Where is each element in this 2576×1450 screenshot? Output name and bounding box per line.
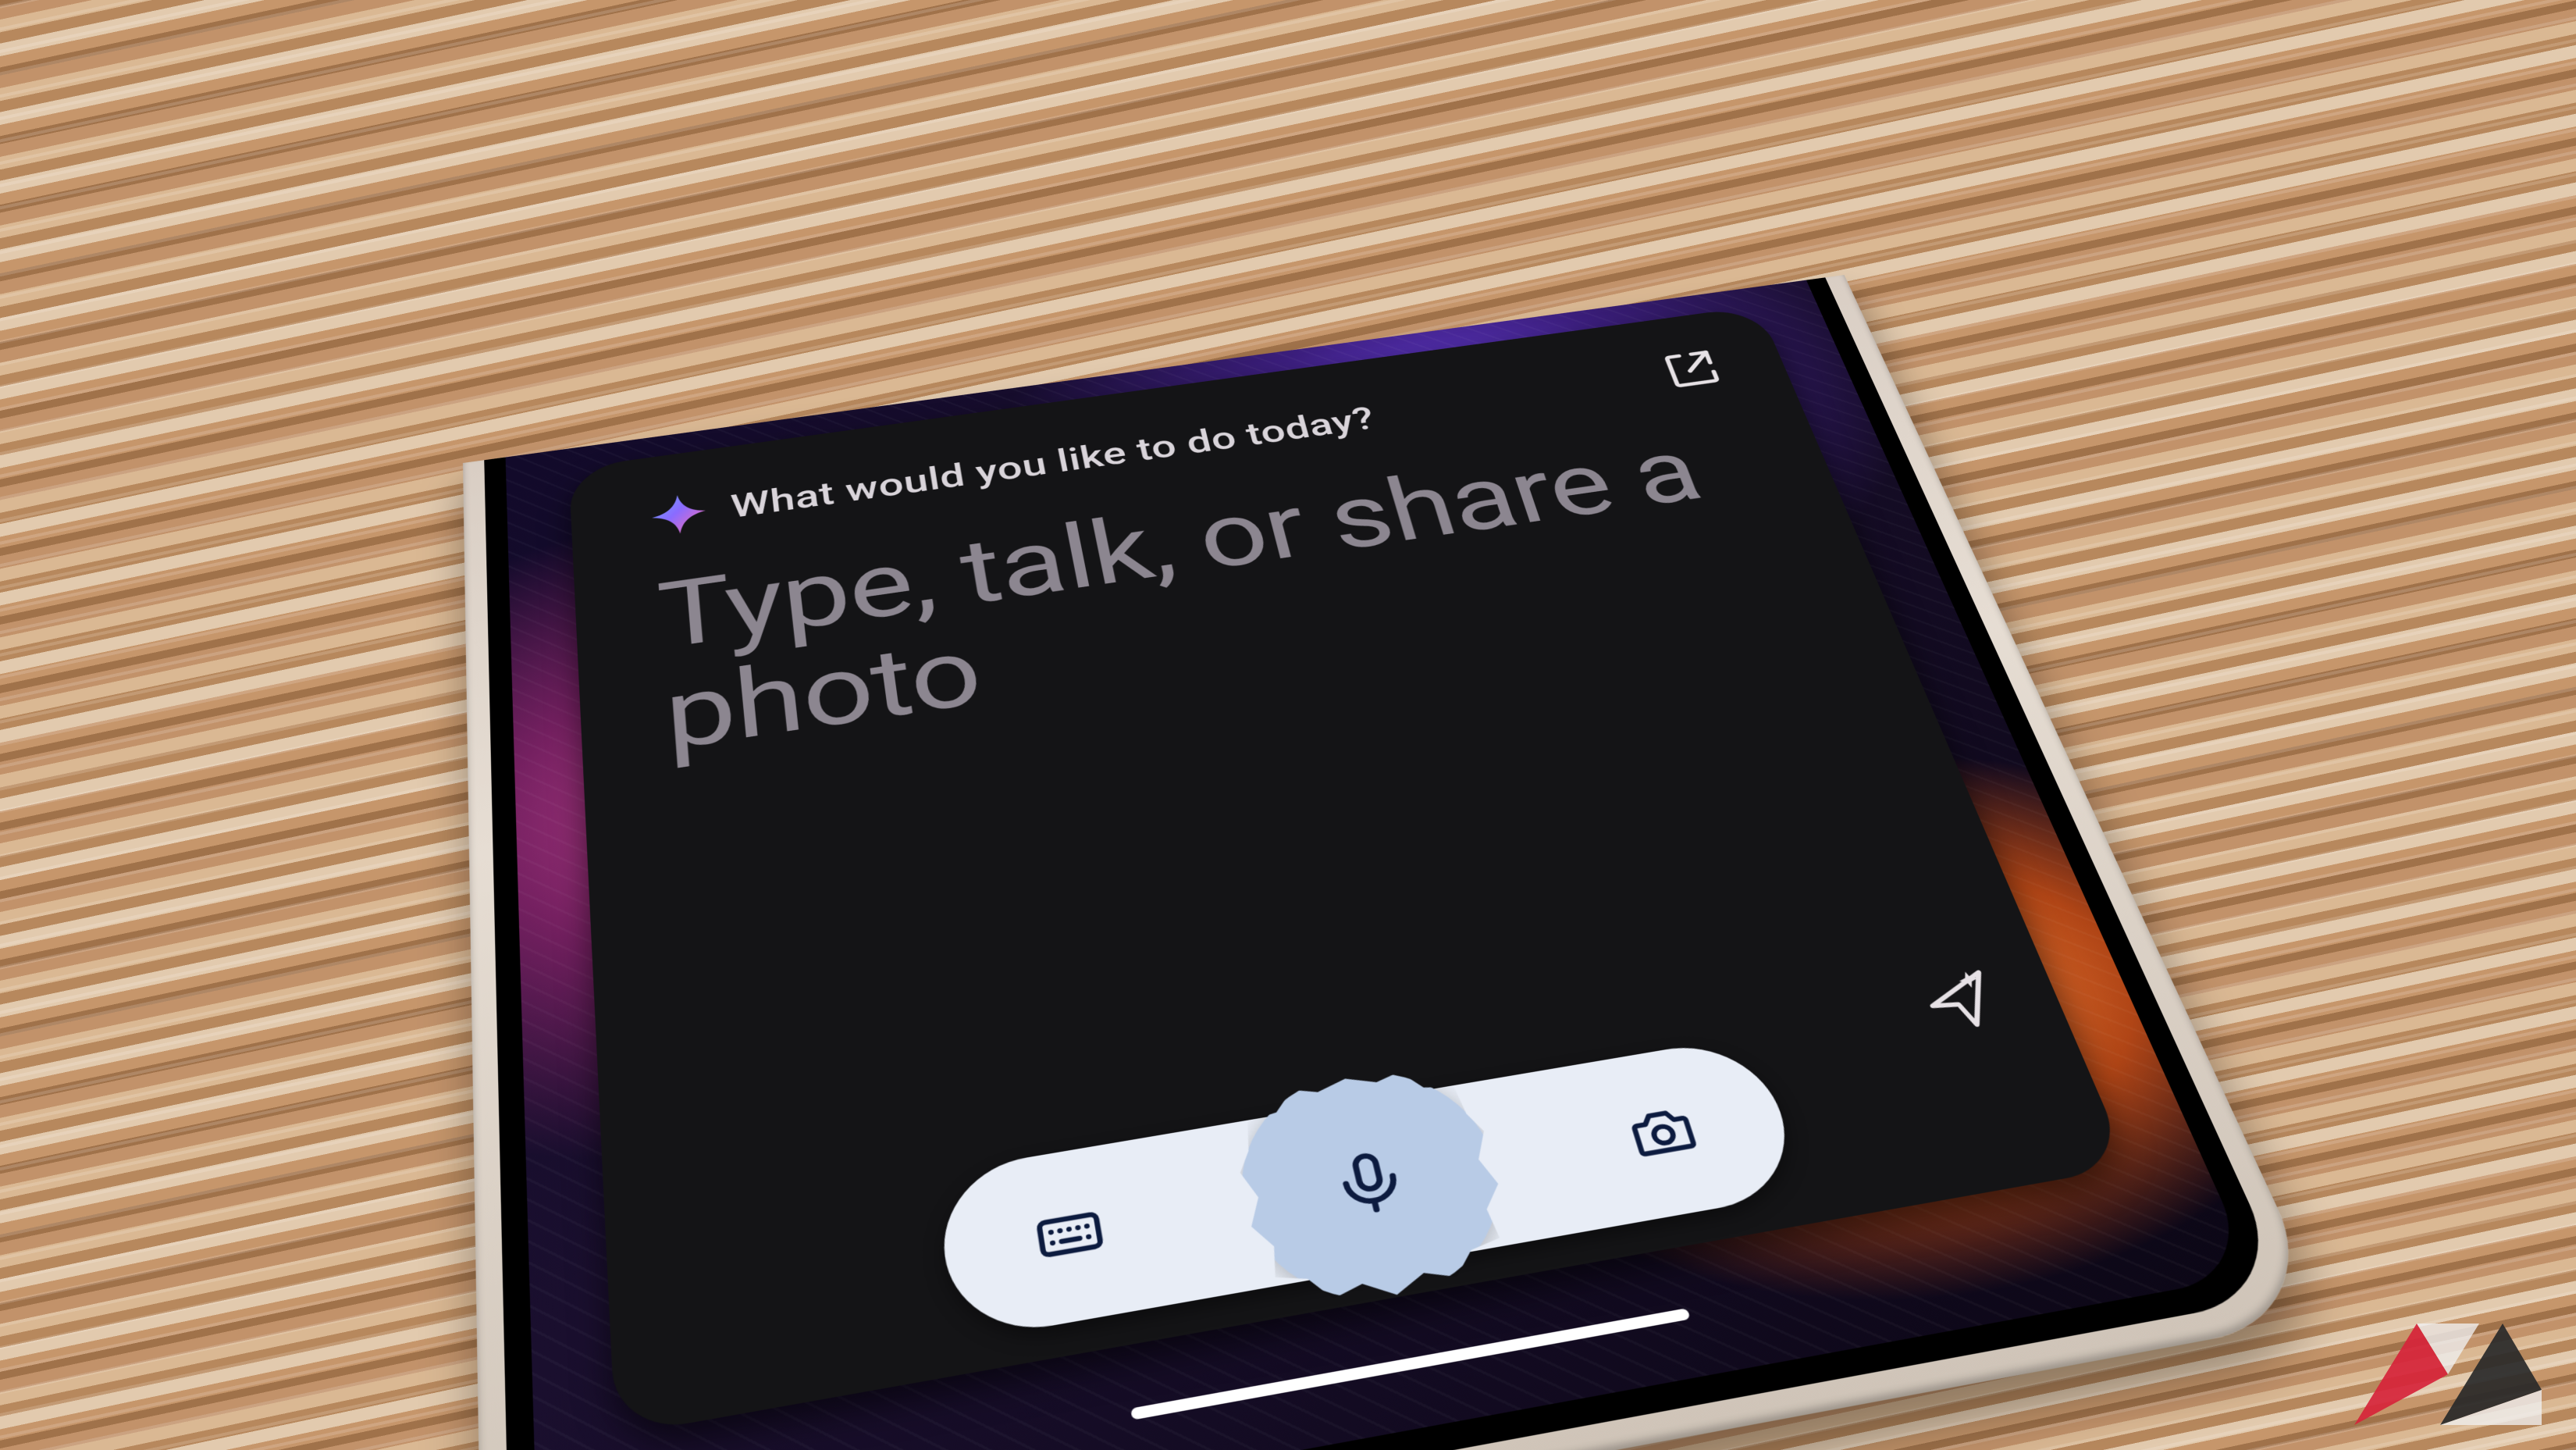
gemini-sparkle-icon (649, 490, 709, 538)
microphone-button[interactable] (1222, 1054, 1526, 1320)
android-nav-handle[interactable] (1130, 1308, 1691, 1420)
input-mode-pill (934, 1035, 1809, 1342)
send-button[interactable] (1911, 963, 2012, 1040)
open-external-button[interactable] (1654, 344, 1730, 394)
site-watermark (2347, 1316, 2549, 1433)
keyboard-button[interactable] (1016, 1185, 1124, 1285)
assistant-prompt-input[interactable]: Type, talk, or share a photo (654, 417, 1809, 768)
camera-button[interactable] (1606, 1085, 1720, 1181)
